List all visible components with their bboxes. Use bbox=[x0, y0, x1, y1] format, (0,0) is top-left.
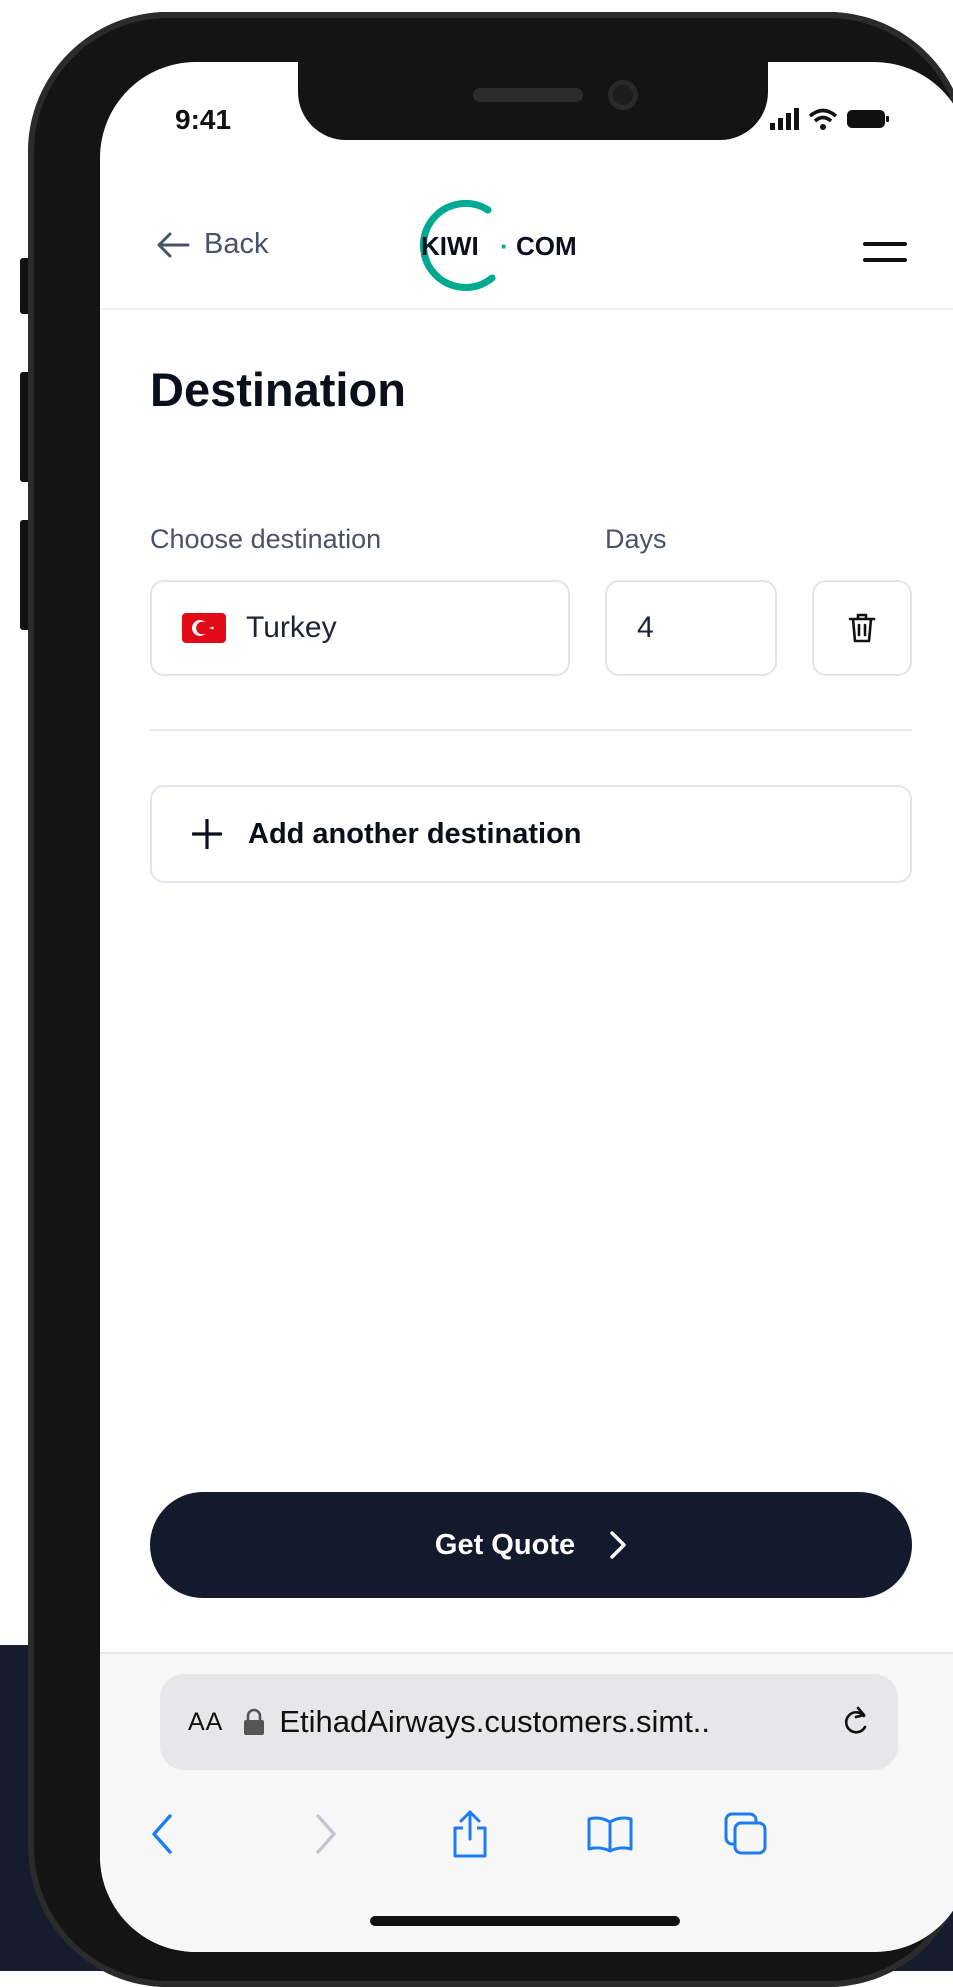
logo-text-kiwi: KIWI bbox=[421, 231, 479, 261]
url-text: EtihadAirways.customers.simt.. bbox=[279, 1704, 711, 1739]
phone-frame: 9:41 Back KIWI · COM Destination Choose … bbox=[28, 12, 953, 1987]
back-arrow-icon bbox=[157, 232, 190, 257]
status-icons bbox=[770, 106, 890, 132]
trash-icon bbox=[848, 613, 876, 643]
logo-dot: · bbox=[500, 231, 509, 261]
status-time: 9:41 bbox=[175, 104, 232, 135]
page-title: Destination bbox=[150, 363, 406, 416]
browser-back-icon[interactable] bbox=[132, 1804, 192, 1864]
turkey-flag-icon bbox=[182, 613, 226, 643]
battery-icon bbox=[847, 110, 889, 128]
address-bar[interactable]: AA EtihadAirways.customers.simt.. bbox=[160, 1674, 898, 1770]
delete-destination-button[interactable] bbox=[812, 580, 912, 676]
divider bbox=[150, 729, 912, 731]
destination-value: Turkey bbox=[246, 611, 337, 644]
days-value: 4 bbox=[637, 611, 654, 644]
share-icon[interactable] bbox=[440, 1804, 500, 1864]
destination-select[interactable]: Turkey bbox=[150, 580, 570, 676]
notch bbox=[298, 62, 768, 140]
lock-icon bbox=[244, 1708, 265, 1735]
kiwi-logo[interactable]: KIWI · COM bbox=[388, 198, 588, 294]
destination-label: Choose destination bbox=[150, 524, 382, 554]
tabs-icon[interactable] bbox=[716, 1804, 776, 1864]
add-destination-label: Add another destination bbox=[248, 817, 582, 850]
days-input[interactable]: 4 bbox=[605, 580, 777, 676]
browser-forward-icon[interactable] bbox=[296, 1804, 356, 1864]
speaker bbox=[473, 88, 583, 102]
text-size-button[interactable]: AA bbox=[188, 1708, 223, 1737]
days-label: Days bbox=[605, 524, 667, 554]
add-destination-button[interactable]: Add another destination bbox=[150, 785, 912, 883]
app-header: Back KIWI · COM bbox=[100, 180, 953, 310]
back-button[interactable]: Back bbox=[156, 228, 268, 261]
chevron-right-icon bbox=[610, 1531, 626, 1559]
browser-nav-row bbox=[100, 1804, 953, 1864]
wifi-icon bbox=[808, 108, 838, 130]
phone-screen: 9:41 Back KIWI · COM Destination Choose … bbox=[100, 62, 953, 1952]
plus-icon bbox=[192, 819, 222, 849]
bookmarks-icon[interactable] bbox=[580, 1804, 640, 1864]
menu-icon[interactable] bbox=[863, 238, 907, 268]
home-indicator[interactable] bbox=[370, 1916, 680, 1926]
back-label: Back bbox=[204, 228, 269, 260]
logo-text-com: COM bbox=[516, 231, 577, 261]
signal-icon bbox=[770, 108, 799, 130]
get-quote-button[interactable]: Get Quote bbox=[150, 1492, 912, 1598]
browser-toolbar: AA EtihadAirways.customers.simt.. bbox=[100, 1652, 953, 1952]
reload-icon[interactable] bbox=[840, 1706, 870, 1738]
front-camera bbox=[608, 80, 638, 110]
get-quote-label: Get Quote bbox=[434, 1528, 576, 1561]
